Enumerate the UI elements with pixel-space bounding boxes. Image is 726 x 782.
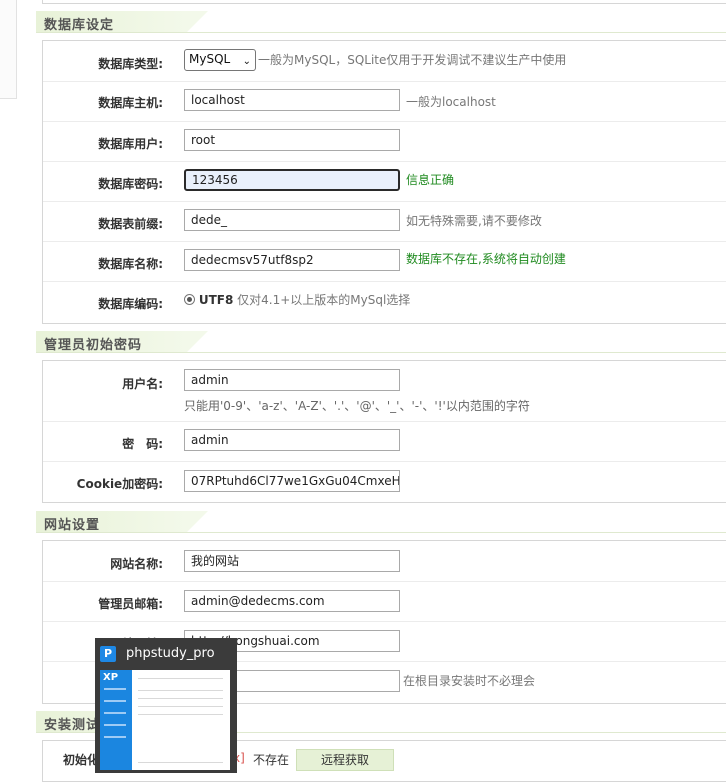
section-site-text: 网站设置 (44, 518, 101, 533)
db-settings-panel: 数据库类型: MySQL ⌄ 一般为MySQL，SQLite仅用于开发调试不建议生… (42, 40, 726, 324)
site-email-input[interactable]: admin@dedecms.com (184, 590, 400, 612)
phpstudy-logo-icon: P (100, 646, 116, 662)
db-password-row: 数据库密码: 123456 信息正确 (43, 161, 726, 202)
db-type-hint: 一般为MySQL，SQLite仅用于开发调试不建议生产中使用 (258, 53, 567, 67)
db-charset-option[interactable]: UTF8 仅对4.1+以上版本的MySql选择 (184, 291, 410, 308)
section-db-text: 数据库设定 (44, 18, 115, 33)
remote-fetch-button[interactable]: 远程获取 (296, 749, 394, 771)
admin-cookie-row: Cookie加密码: 07RPtuhd6Cl77we1GxGu04CmxeHo( (43, 461, 726, 502)
window-thumbnail[interactable]: XP (100, 670, 230, 770)
db-charset-value: UTF8 (198, 293, 234, 307)
popup-title: phpstudy_pro (126, 646, 215, 661)
site-email-label: 管理员邮箱: (98, 597, 163, 611)
section-admin-title: 管理员初始密码 (36, 331, 726, 353)
admin-password-label: 密 码: (122, 437, 163, 451)
db-charset-label: 数据库编码: (98, 297, 163, 311)
section-admin-text: 管理员初始密码 (44, 338, 143, 353)
db-host-row: 数据库主机: localhost 一般为localhost (43, 81, 726, 122)
db-name-label: 数据库名称: (98, 257, 163, 271)
admin-username-row: 用户名: admin 只能用'0-9'、'a-z'、'A-Z'、'.'、'@'、… (43, 361, 726, 422)
db-type-label: 数据库类型: (98, 57, 163, 71)
db-user-label: 数据库用户: (98, 137, 163, 151)
admin-cookie-label: Cookie加密码: (76, 477, 163, 491)
site-name-row: 网站名称: 我的网站 (43, 541, 726, 582)
db-name-input[interactable]: dedecmsv57utf8sp2 (184, 249, 400, 271)
db-password-hint: 信息正确 (406, 173, 455, 187)
test-status: 不存在 (253, 753, 290, 767)
admin-username-label: 用户名: (122, 377, 163, 391)
db-type-row: 数据库类型: MySQL ⌄ 一般为MySQL，SQLite仅用于开发调试不建议生… (43, 41, 726, 82)
db-name-row: 数据库名称: dedecmsv57utf8sp2 数据库不存在,系统将自动创建 (43, 241, 726, 282)
site-cms-hint: 在根目录安装时不必理会 (403, 674, 536, 688)
admin-settings-panel: 用户名: admin 只能用'0-9'、'a-z'、'A-Z'、'.'、'@'、… (42, 360, 726, 503)
admin-cookie-input[interactable]: 07RPtuhd6Cl77we1GxGu04CmxeHo( (184, 470, 400, 492)
db-name-hint: 数据库不存在,系统将自动创建 (406, 252, 566, 266)
db-type-select[interactable]: MySQL ⌄ (184, 49, 256, 71)
thumbnail-brand: XP (103, 672, 119, 683)
section-test-text: 安装测试 (44, 718, 101, 733)
site-name-label: 网站名称: (110, 557, 163, 571)
admin-username-input[interactable]: admin (184, 369, 400, 391)
db-prefix-row: 数据表前缀: dede_ 如无特殊需要,请不要修改 (43, 201, 726, 242)
site-name-input[interactable]: 我的网站 (184, 550, 400, 572)
taskbar-preview-popup[interactable]: P phpstudy_pro XP (95, 638, 237, 773)
radio-selected-icon[interactable] (184, 294, 195, 305)
left-panel-edge (0, 0, 17, 99)
admin-username-hint: 只能用'0-9'、'a-z'、'A-Z'、'.'、'@'、'_'、'-'、'!'… (184, 399, 530, 413)
admin-password-row: 密 码: admin (43, 421, 726, 462)
db-prefix-input[interactable]: dede_ (184, 209, 400, 231)
chevron-down-icon: ⌄ (242, 56, 251, 67)
admin-password-input[interactable]: admin (184, 429, 400, 451)
db-charset-row: 数据库编码: UTF8 仅对4.1+以上版本的MySql选择 (43, 281, 726, 323)
db-type-value: MySQL (189, 52, 231, 66)
db-password-input[interactable]: 123456 (184, 169, 400, 191)
db-host-input[interactable]: localhost (184, 89, 400, 111)
previous-panel-edge (42, 0, 726, 4)
site-email-row: 管理员邮箱: admin@dedecms.com (43, 581, 726, 622)
section-db-title: 数据库设定 (36, 11, 726, 33)
section-site-title: 网站设置 (36, 511, 726, 533)
db-user-input[interactable]: root (184, 129, 400, 151)
db-host-hint: 一般为localhost (406, 95, 496, 109)
db-password-label: 数据库密码: (98, 177, 163, 191)
db-user-row: 数据库用户: root (43, 121, 726, 162)
db-charset-hint: 仅对4.1+以上版本的MySql选择 (237, 293, 411, 307)
db-prefix-label: 数据表前缀: (98, 217, 163, 231)
thumbnail-sidebar: XP (100, 670, 132, 770)
db-prefix-hint: 如无特殊需要,请不要修改 (406, 214, 542, 228)
db-host-label: 数据库主机: (98, 96, 163, 110)
